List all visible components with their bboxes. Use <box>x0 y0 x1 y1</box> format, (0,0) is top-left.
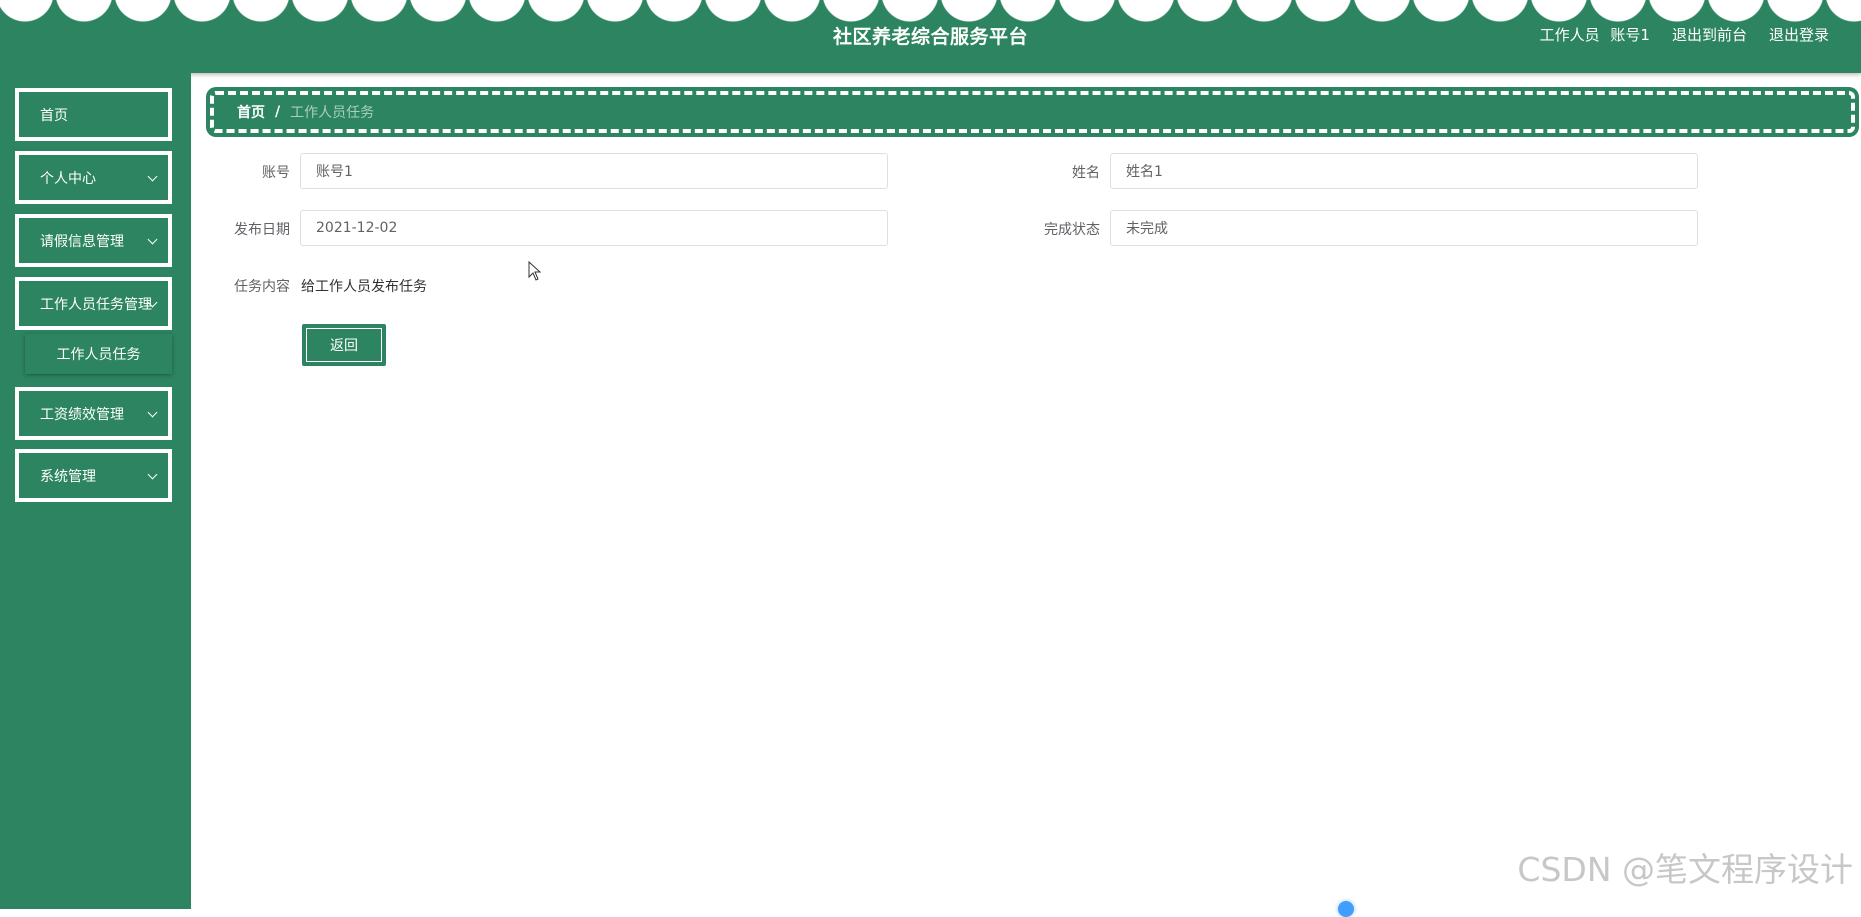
sidebar-item-label: 首页 <box>40 107 68 124</box>
account-label: 账号 <box>262 165 290 181</box>
top-header: 社区养老综合服务平台 工作人员 账号1 退出到前台 退出登录 <box>0 0 1861 73</box>
sidebar-subitem-label: 工作人员任务 <box>56 347 141 363</box>
floating-indicator-icon <box>1338 901 1354 917</box>
scalloped-decoration <box>0 0 1861 24</box>
breadcrumb-separator: / <box>275 104 281 120</box>
sidebar-item-leave-management[interactable]: 请假信息管理 <box>15 214 172 267</box>
status-field[interactable] <box>1110 210 1698 246</box>
name-field[interactable] <box>1110 153 1698 189</box>
sidebar-item-label: 工作人员任务管理 <box>40 296 152 313</box>
chevron-down-icon <box>147 407 158 417</box>
watermark: CSDN @笔文程序设计 <box>1517 850 1853 889</box>
sidebar-item-label: 请假信息管理 <box>40 233 124 250</box>
task-content-label: 任务内容 <box>234 279 290 295</box>
task-content-value: 给工作人员发布任务 <box>301 279 427 295</box>
sidebar-subitem-staff-tasks[interactable]: 工作人员任务 <box>25 334 172 374</box>
sidebar-item-personal-center[interactable]: 个人中心 <box>15 151 172 204</box>
publish-date-label: 发布日期 <box>234 222 290 238</box>
sidebar-item-home[interactable]: 首页 <box>15 88 172 141</box>
breadcrumb-inner: 首页 / 工作人员任务 <box>210 91 1855 133</box>
breadcrumb-current: 工作人员任务 <box>290 105 375 121</box>
sidebar-item-staff-task-management[interactable]: 工作人员任务管理 <box>15 277 172 330</box>
sidebar-item-label: 个人中心 <box>40 170 96 187</box>
exit-to-frontend-link[interactable]: 退出到前台 <box>1672 24 1747 45</box>
chevron-down-icon <box>147 234 158 244</box>
chevron-down-icon <box>147 469 158 479</box>
back-button[interactable]: 返回 <box>302 324 386 366</box>
name-label: 姓名 <box>1072 165 1100 181</box>
header-links: 工作人员 账号1 退出到前台 退出登录 <box>1540 24 1829 45</box>
breadcrumb-home-link[interactable]: 首页 <box>237 102 265 122</box>
user-account: 账号1 <box>1610 26 1650 44</box>
status-label: 完成状态 <box>1044 222 1100 238</box>
user-role: 工作人员 <box>1539 26 1600 44</box>
account-field[interactable] <box>300 153 888 189</box>
sidebar-item-label: 系统管理 <box>40 468 96 485</box>
logout-link[interactable]: 退出登录 <box>1769 24 1829 45</box>
mouse-cursor-icon <box>528 261 542 281</box>
sidebar-item-salary-performance[interactable]: 工资绩效管理 <box>15 387 172 440</box>
publish-date-field[interactable] <box>300 210 888 246</box>
chevron-down-icon <box>147 171 158 181</box>
current-user: 工作人员 账号1 <box>1540 24 1650 45</box>
sidebar-item-label: 工资绩效管理 <box>40 406 124 423</box>
sidebar: 首页 个人中心 请假信息管理 工作人员任务管理 工作人员任务 工资绩效管理 系统… <box>0 73 191 909</box>
breadcrumb: 首页 / 工作人员任务 <box>206 87 1859 137</box>
sidebar-item-system-management[interactable]: 系统管理 <box>15 449 172 502</box>
